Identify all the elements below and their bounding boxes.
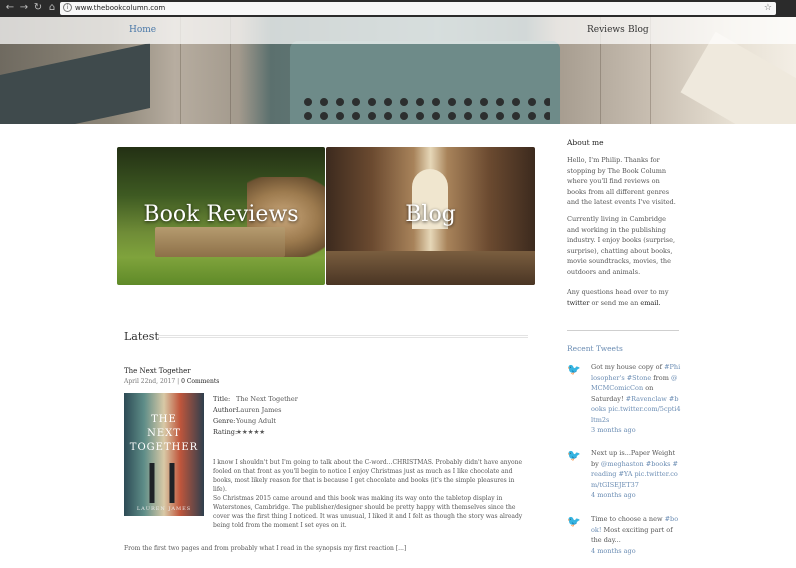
hero-book-right [680, 31, 796, 124]
about-paragraph-2: Currently living in Cambridge and workin… [567, 215, 676, 276]
tweet-time-link[interactable]: 4 months ago [591, 546, 681, 557]
site-info-icon[interactable]: i [63, 3, 72, 12]
info-rating-stars: ★★★★★ [236, 428, 266, 436]
post-title-link[interactable]: The Next Together [124, 367, 191, 375]
url-text[interactable]: www.thebookcolumn.com [75, 3, 165, 14]
info-genre-value: Young Adult [236, 417, 276, 425]
tweet-item: Time to choose a new #book! Most excitin… [591, 514, 681, 556]
email-link[interactable]: email. [640, 299, 660, 307]
info-title-label: Title: [213, 395, 231, 403]
browser-toolbar: ← → ↻ ⌂ i www.thebookcolumn.com ☆ [0, 0, 796, 17]
latest-heading: Latest [124, 330, 159, 343]
tweet-item: Next up is...Paper Weight by @meghaston … [591, 448, 681, 501]
hero-book-left [0, 43, 150, 124]
twitter-bird-icon: 🐦 [567, 363, 581, 376]
post-paragraph-1: I know I shouldn't but I'm going to talk… [213, 459, 523, 493]
hero-typewriter-keys [300, 95, 550, 123]
book-reviews-tile[interactable]: Book Reviews [117, 147, 325, 285]
tweet-item: Got my house copy of #Philosopher's #Sto… [591, 363, 681, 436]
recent-tweets-heading: Recent Tweets [567, 344, 623, 353]
tweet-time-link[interactable]: 3 months ago [591, 425, 681, 436]
info-author-value: Lauren James [236, 406, 282, 414]
nav-home-link[interactable]: Home [129, 25, 156, 35]
nav-blog-link[interactable]: Blog [628, 25, 649, 35]
post-paragraph-2: So Christmas 2015 came around and this b… [213, 495, 523, 529]
info-genre-label: Genre: [213, 417, 236, 425]
blog-title: Blog [405, 202, 456, 227]
blog-tile[interactable]: Blog [326, 147, 535, 285]
info-rating-label: Rating: [213, 428, 238, 436]
book-image [155, 227, 285, 257]
meta-separator: | [177, 378, 180, 385]
twitter-bird-icon: 🐦 [567, 515, 581, 528]
post-comments-link[interactable]: 0 Comments [181, 378, 219, 385]
cover-figures [139, 463, 189, 503]
book-reviews-title: Book Reviews [143, 202, 299, 227]
bookmark-star-icon[interactable]: ☆ [764, 2, 772, 15]
twitter-bird-icon: 🐦 [567, 449, 581, 462]
book-cover-image[interactable]: THE NEXT TOGETHER LAUREN JAMES [124, 393, 204, 516]
about-paragraph-3: Any questions head over to my twitter or… [567, 288, 669, 307]
nav-reviews-link[interactable]: Reviews [587, 25, 625, 35]
post-meta: April 22nd, 2017 | 0 Comments [124, 378, 219, 385]
info-author-label: Author: [213, 406, 238, 414]
reload-icon[interactable]: ↻ [32, 2, 44, 14]
tweet-time-link[interactable]: 4 months ago [591, 490, 681, 501]
about-heading: About me [567, 138, 604, 147]
cover-title: THE NEXT TOGETHER [129, 414, 199, 453]
cover-author: LAUREN JAMES [136, 506, 192, 512]
back-icon[interactable]: ← [4, 2, 16, 14]
home-icon[interactable]: ⌂ [46, 2, 58, 14]
post-date: April 22nd, 2017 [124, 378, 176, 385]
sidebar-divider [567, 330, 679, 331]
library-floor-image [326, 251, 535, 285]
forward-icon[interactable]: → [18, 2, 30, 14]
tweet-mention-link[interactable]: @meghaston [601, 460, 644, 468]
latest-divider [158, 335, 528, 338]
post-excerpt: From the first two pages and from probab… [124, 545, 407, 552]
site-nav-bar [0, 17, 796, 44]
twitter-link[interactable]: twitter [567, 299, 589, 307]
about-paragraph-1: Hello, I'm Philip. Thanks for stopping b… [567, 156, 676, 206]
info-title-value: The Next Together [236, 395, 298, 403]
address-bar[interactable]: i www.thebookcolumn.com ☆ [60, 2, 776, 15]
